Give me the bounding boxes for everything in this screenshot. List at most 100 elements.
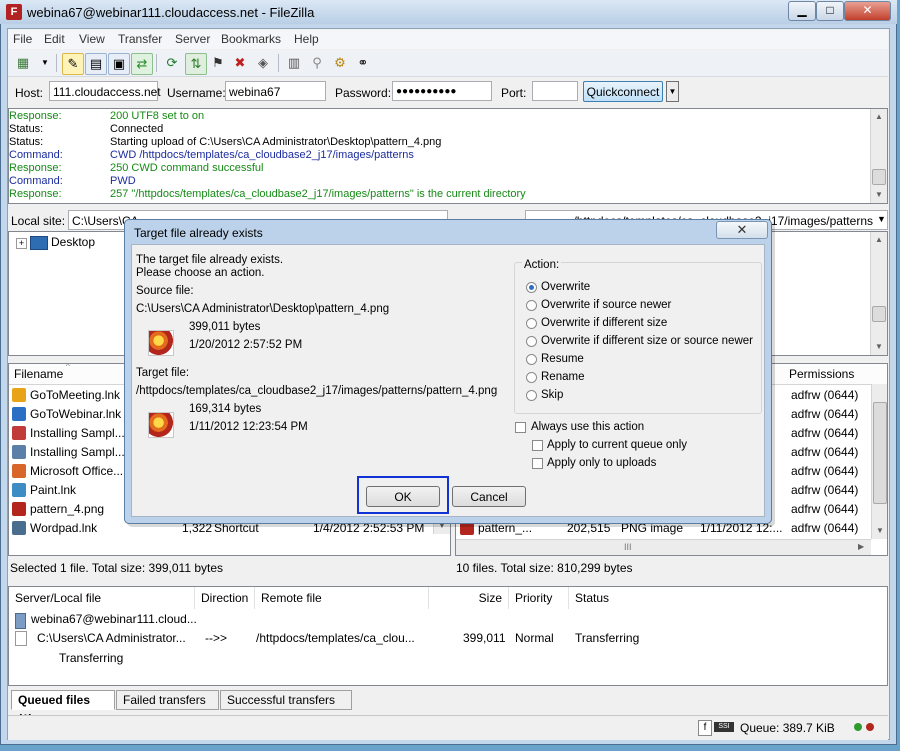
username-input[interactable]: webina67 (225, 81, 326, 101)
quickconnect-button[interactable]: Quickconnect (583, 81, 663, 102)
transfer-queue[interactable]: Server/Local file Direction Remote file … (8, 586, 888, 686)
table-row[interactable]: Wordpad.lnk 1,322 Shortcut 1/4/2012 2:52:53… (12, 519, 424, 538)
action-option-label[interactable]: Resume (541, 353, 584, 365)
scroll-down-icon[interactable]: ▼ (872, 523, 887, 539)
action-option-label[interactable]: Overwrite if different size (541, 317, 667, 329)
directory-comparison-icon[interactable]: ⚙ (330, 53, 350, 73)
maximize-button[interactable]: □ (816, 1, 844, 21)
action-option-label[interactable]: Rename (541, 371, 584, 383)
table-row[interactable]: Installing Sampl... (12, 424, 125, 443)
menu-server[interactable]: Server (175, 32, 210, 46)
process-queue-icon[interactable]: ⇅ (185, 53, 207, 75)
minimize-button[interactable]: ▁ (788, 1, 816, 21)
password-input[interactable]: ●●●●●●●●●● (392, 81, 492, 101)
toggle-sync-browsing-icon[interactable]: ⚲ (307, 53, 327, 73)
always-use-label[interactable]: Always use this action (531, 421, 644, 433)
remote-tree-scrollbar[interactable]: ▲ ▼ (870, 232, 887, 355)
toggle-queue-icon[interactable]: ⇄ (131, 53, 153, 75)
scroll-up-icon[interactable]: ▲ (871, 232, 887, 248)
site-manager-dropdown-icon[interactable]: ▼ (35, 53, 55, 73)
quickconnect-history-dropdown[interactable]: ▼ (666, 81, 679, 102)
action-radio-6[interactable] (526, 390, 537, 401)
column-permissions[interactable]: Permissions (789, 367, 854, 381)
tree-expand-icon[interactable]: + (16, 238, 27, 249)
queue-size: 399,011 (463, 631, 506, 645)
remote-file-scrollbar[interactable]: ▼ (871, 384, 887, 539)
cancel-operation-icon[interactable]: ⚑ (208, 53, 228, 73)
action-option-label[interactable]: Overwrite if source newer (541, 299, 671, 311)
reconnect-icon[interactable]: ◈ (253, 53, 273, 73)
dialog-close-button[interactable]: ✕ (716, 221, 768, 239)
close-window-button[interactable]: ✕ (844, 1, 891, 21)
cancel-button[interactable]: Cancel (452, 486, 526, 507)
site-manager-icon[interactable]: ▦ (13, 53, 33, 73)
menu-view[interactable]: View (79, 32, 105, 46)
log-scrollbar[interactable]: ▲ ▼ (870, 109, 887, 203)
scroll-up-icon[interactable]: ▲ (871, 109, 887, 125)
apply-queue-checkbox[interactable] (532, 440, 543, 451)
scroll-down-icon[interactable]: ▼ (871, 339, 887, 355)
menu-transfer[interactable]: Transfer (118, 32, 162, 46)
remote-horizontal-scrollbar[interactable]: III ▶ (456, 539, 871, 555)
always-use-checkbox[interactable] (515, 422, 526, 433)
refresh-icon[interactable]: ⟳ (162, 53, 182, 73)
scroll-thumb[interactable] (872, 169, 886, 185)
apply-uploads-label[interactable]: Apply only to uploads (547, 457, 656, 469)
menu-help[interactable]: Help (294, 32, 319, 46)
queue-local-file[interactable]: C:\Users\CA Administrator... (37, 631, 186, 645)
queue-server[interactable]: webina67@webinar111.cloud... (31, 612, 197, 626)
scroll-right-icon[interactable]: ▶ (858, 542, 864, 551)
column-filename[interactable]: Filename (14, 367, 63, 381)
action-radio-3[interactable] (526, 336, 537, 347)
tree-item-desktop[interactable]: Desktop (51, 235, 95, 249)
tab-successful-transfers[interactable]: Successful transfers (220, 690, 352, 710)
message-log[interactable]: Response: 200 UTF8 set to on Status: Connec… (8, 108, 888, 204)
menu-file[interactable]: File (13, 32, 32, 46)
table-row[interactable]: GoToWebinar.lnk (12, 405, 121, 424)
action-option-label[interactable]: Overwrite if different size or source ne… (541, 335, 753, 347)
scroll-thumb[interactable] (873, 402, 887, 504)
scroll-thumb[interactable] (872, 306, 886, 322)
remote-status: 10 files. Total size: 810,299 bytes (456, 561, 633, 575)
action-option-label[interactable]: Overwrite (541, 281, 590, 293)
table-row[interactable]: Paint.lnk (12, 481, 76, 500)
column-server-local-file[interactable]: Server/Local file (9, 587, 195, 609)
search-remote-files-icon[interactable]: ⚭ (353, 53, 373, 73)
apply-uploads-checkbox[interactable] (532, 458, 543, 469)
action-option-label[interactable]: Skip (541, 389, 563, 401)
table-row[interactable]: pattern_4.png (12, 500, 104, 519)
host-input[interactable]: 111.cloudaccess.net (49, 81, 161, 101)
tab-queued-files[interactable]: Queued files (1) (11, 690, 115, 726)
scroll-grip-icon[interactable]: III (624, 542, 632, 552)
tab-failed-transfers[interactable]: Failed transfers (116, 690, 219, 710)
queue-remote-file[interactable]: /httpdocs/templates/ca_clou... (256, 631, 415, 645)
file-icon (12, 483, 26, 497)
action-radio-5[interactable] (526, 372, 537, 383)
column-status[interactable]: Status (569, 587, 889, 609)
target-image-icon (148, 412, 174, 438)
column-direction[interactable]: Direction (195, 587, 255, 609)
column-priority[interactable]: Priority (509, 587, 569, 609)
toggle-remote-tree-icon[interactable]: ▣ (108, 53, 130, 75)
encryption-icon[interactable]: f (698, 720, 712, 736)
column-size[interactable]: Size (429, 587, 509, 609)
table-row[interactable]: Microsoft Office... (12, 462, 123, 481)
disconnect-icon[interactable]: ✖ (230, 53, 250, 73)
queue-size-status: Queue: 389.7 KiB (740, 721, 835, 735)
column-remote-file[interactable]: Remote file (255, 587, 429, 609)
table-row[interactable]: GoToMeeting.lnk (12, 386, 120, 405)
table-row[interactable]: Installing Sampl... (12, 443, 125, 462)
port-input[interactable] (532, 81, 578, 101)
action-radio-4[interactable] (526, 354, 537, 365)
action-radio-2[interactable] (526, 318, 537, 329)
action-radio-0[interactable] (526, 282, 537, 293)
menu-edit[interactable]: Edit (44, 32, 65, 46)
menu-bookmarks[interactable]: Bookmarks (221, 32, 281, 46)
scroll-down-icon[interactable]: ▼ (871, 187, 887, 203)
remote-path-dropdown-icon[interactable]: ▼ (877, 214, 886, 224)
toggle-log-icon[interactable]: ✎ (62, 53, 84, 75)
toggle-local-tree-icon[interactable]: ▤ (85, 53, 107, 75)
directory-listing-filters-icon[interactable]: ▥ (284, 53, 304, 73)
action-radio-1[interactable] (526, 300, 537, 311)
apply-queue-label[interactable]: Apply to current queue only (547, 439, 687, 451)
